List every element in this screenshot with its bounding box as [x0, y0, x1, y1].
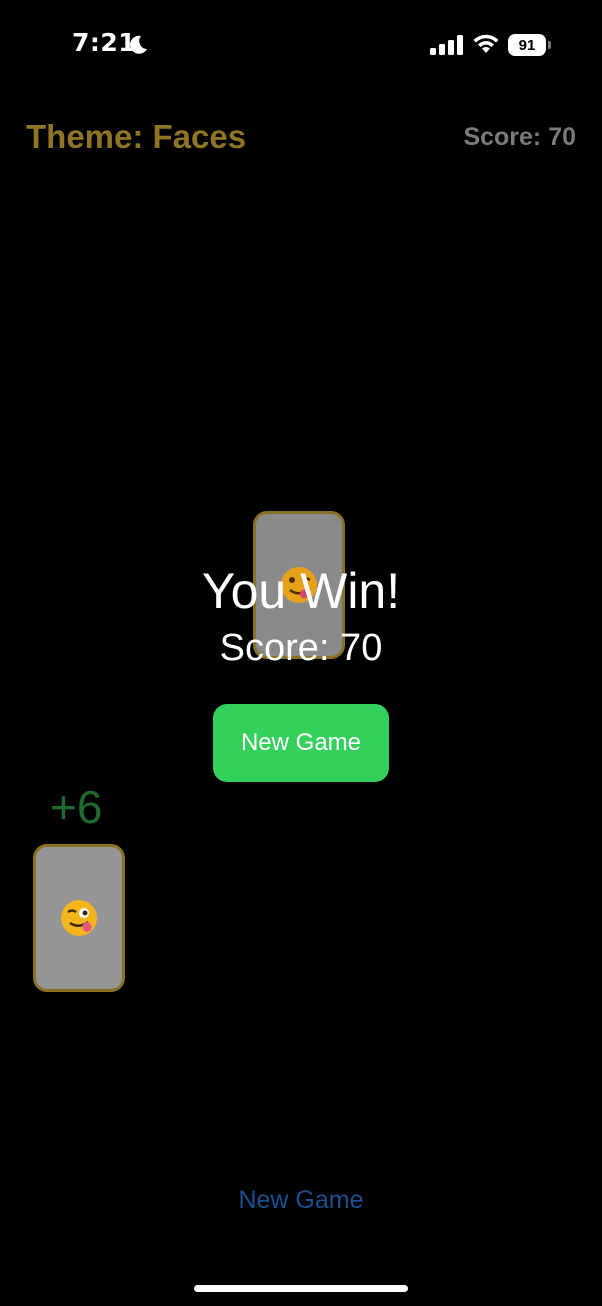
- battery-icon: 91: [508, 34, 551, 56]
- points-popup: +6: [50, 781, 103, 833]
- home-indicator[interactable]: [194, 1285, 408, 1292]
- battery-cap: [548, 41, 551, 49]
- theme-title: Theme: Faces: [26, 118, 247, 155]
- wifi-icon: [473, 34, 499, 53]
- new-game-link[interactable]: New Game: [0, 1186, 602, 1215]
- new-game-button[interactable]: New Game: [213, 704, 389, 782]
- score-label: Score: 70: [463, 123, 576, 151]
- signal-icon: [430, 35, 463, 55]
- moon-icon: [130, 35, 147, 54]
- battery-level: 91: [518, 36, 536, 54]
- status-bar: 7:21 91: [0, 0, 602, 90]
- card[interactable]: [33, 844, 125, 992]
- face-emoji-icon: [61, 900, 97, 936]
- win-title: You Win!: [201, 563, 401, 619]
- win-score: Score: 70: [219, 627, 383, 669]
